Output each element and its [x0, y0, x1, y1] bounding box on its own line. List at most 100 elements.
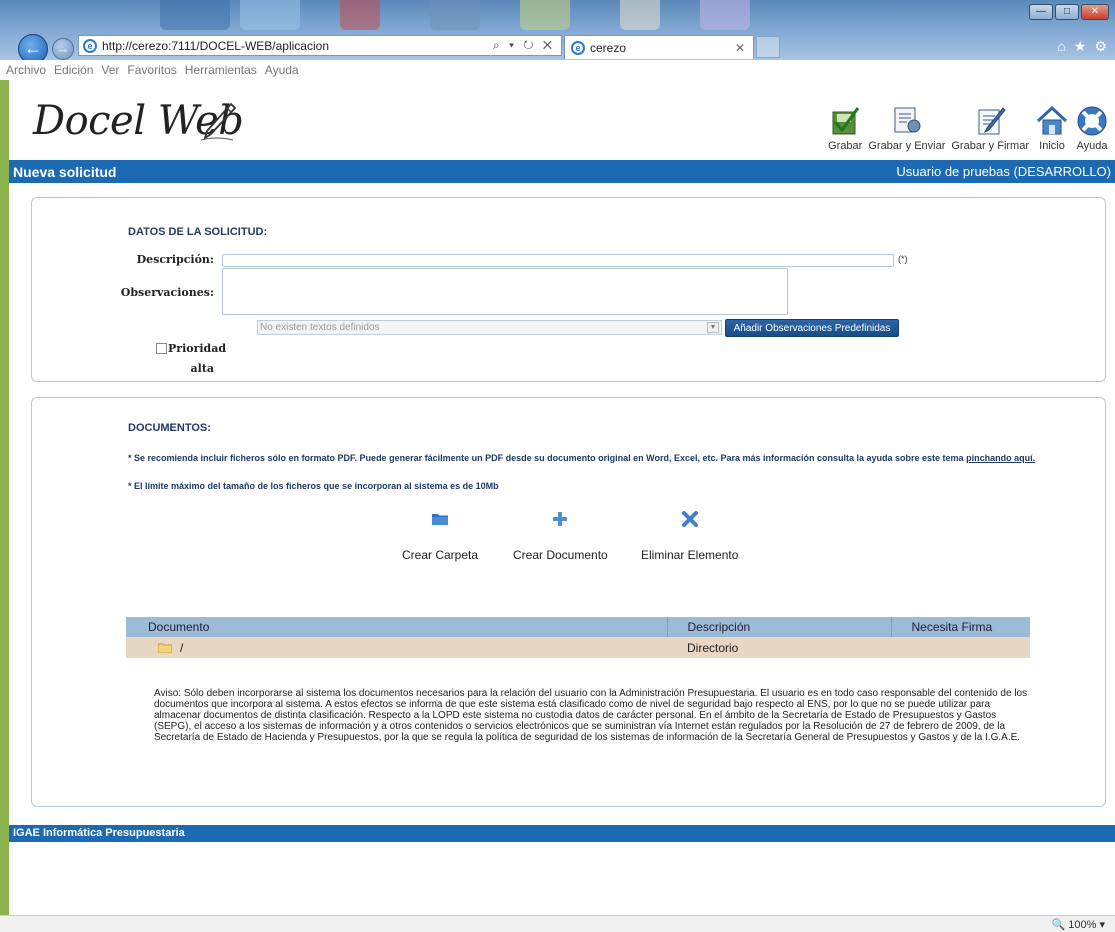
delete-x-icon [681, 511, 698, 527]
save-send-icon [894, 107, 921, 133]
main-toolbar: Grabar Grabar y Enviar Grabar y Firmar I… [828, 104, 1109, 152]
chevron-down-icon[interactable]: ▼ [707, 322, 719, 333]
documentos-section-title: DOCUMENTOS: [128, 422, 211, 434]
observaciones-label: Observaciones: [120, 286, 214, 299]
taskbar-decor [700, 0, 750, 30]
grabar-enviar-button[interactable]: Grabar y Enviar [868, 104, 945, 152]
required-mark: (*) [898, 254, 908, 264]
taskbar-decor [240, 0, 300, 30]
taskbar-decor [160, 0, 230, 30]
ie-page-icon: e [83, 38, 97, 53]
grabar-enviar-label: Grabar y Enviar [868, 140, 946, 152]
user-label: Usuario de pruebas (DESARROLLO) [896, 164, 1111, 179]
menu-herramientas[interactable]: Herramientas [181, 63, 261, 77]
legal-notice: Aviso: Sólo deben incorporarse al sistem… [154, 688, 1028, 743]
firma-cell [891, 637, 1030, 658]
address-url[interactable]: http://cerezo:7111/DOCEL-WEB/aplicacion [102, 39, 493, 53]
predefined-texts-value: No existen textos definidos [260, 322, 380, 333]
window-controls: — □ ✕ [1029, 4, 1109, 20]
taskbar-decor [620, 0, 660, 30]
zoom-level: 100% [1068, 919, 1097, 931]
col-descripcion[interactable]: Descripción [667, 617, 892, 637]
forward-button[interactable]: → [52, 38, 74, 60]
browser-right-icons: ⌂ ★ ⚙ [1057, 38, 1107, 55]
descripcion-cell: Directorio [667, 637, 891, 658]
pdf-note-text: * Se recomienda incluir ficheros sólo en… [128, 453, 967, 463]
address-bar[interactable]: e http://cerezo:7111/DOCEL-WEB/aplicacio… [78, 35, 562, 56]
prioridad-label: Prioridad [168, 342, 227, 355]
folder-icon [157, 643, 173, 654]
predefined-texts-select[interactable]: No existen textos definidos ▼ [257, 320, 722, 335]
app-page: Docel Web Grabar Grabar y Enviar Grabar … [0, 80, 1115, 915]
documento-cell[interactable]: / [126, 637, 667, 658]
taskbar-decor [520, 0, 570, 30]
home-icon [1036, 105, 1068, 135]
taskbar-decor [430, 0, 480, 30]
favorites-star-icon[interactable]: ★ [1074, 38, 1087, 55]
menu-bar: Archivo Edición Ver Favoritos Herramient… [0, 60, 1115, 80]
grabar-button[interactable]: Grabar [828, 104, 862, 152]
grabar-firmar-button[interactable]: Grabar y Firmar [951, 104, 1029, 152]
alta-label: alta [190, 362, 214, 375]
eliminar-elemento-button[interactable]: Eliminar Elemento [641, 508, 738, 562]
plus-icon [553, 512, 568, 526]
menu-favoritos[interactable]: Favoritos [123, 63, 180, 77]
prioridad-alta-checkbox[interactable] [156, 343, 167, 354]
documento-path: / [180, 640, 184, 655]
folder-icon [432, 514, 449, 525]
zoom-icon: 🔍 [1051, 919, 1066, 931]
grabar-label: Grabar [828, 140, 863, 152]
crear-documento-button[interactable]: Crear Documento [513, 508, 608, 562]
tab-title: cerezo [590, 40, 627, 55]
ayuda-label: Ayuda [1076, 140, 1108, 152]
add-predefined-observations-button[interactable]: Añadir Observaciones Predefinidas [725, 319, 899, 337]
maximize-button[interactable]: □ [1055, 4, 1079, 20]
size-limit-note: * El límite máximo del tamaño de los fic… [128, 481, 499, 491]
pen-icon [200, 102, 237, 141]
pdf-recommendation-note: * Se recomienda incluir ficheros sólo en… [128, 453, 1043, 464]
browser-window-chrome: — □ ✕ ← → e http://cerezo:7111/DOCEL-WEB… [0, 0, 1115, 64]
solicitud-section-title: DATOS DE LA SOLICITUD: [128, 226, 268, 238]
table-row[interactable]: / Directorio [126, 637, 1030, 658]
status-bar: 🔍 100% ▾ [0, 915, 1115, 932]
chevron-down-icon[interactable]: ▾ [1099, 919, 1105, 931]
menu-archivo[interactable]: Archivo [2, 63, 50, 77]
documentos-panel: DOCUMENTOS: * Se recomienda incluir fich… [31, 397, 1106, 807]
zoom-control[interactable]: 🔍 100% ▾ [1052, 918, 1106, 931]
address-tools-icons[interactable]: ⌕ ▾ ↻ ✕ [493, 38, 561, 53]
menu-ver[interactable]: Ver [97, 63, 123, 77]
inicio-label: Inicio [1039, 140, 1065, 152]
ie-tab-icon: e [571, 40, 585, 55]
col-necesita-firma[interactable]: Necesita Firma [891, 617, 1030, 637]
inicio-button[interactable]: Inicio [1035, 104, 1069, 152]
eliminar-elemento-label: Eliminar Elemento [641, 548, 739, 562]
settings-gear-icon[interactable]: ⚙ [1094, 38, 1107, 55]
menu-edicion[interactable]: Edición [50, 63, 97, 77]
browser-tab[interactable]: e cerezo ✕ [564, 35, 754, 59]
tab-close-icon[interactable]: ✕ [735, 41, 753, 55]
footer-bar: IGAE Informática Presupuestaria [9, 825, 1115, 842]
ayuda-button[interactable]: Ayuda [1075, 104, 1109, 152]
documents-table: Documento Descripción Necesita Firma / D… [126, 617, 1030, 658]
col-documento[interactable]: Documento [126, 617, 668, 637]
save-sign-icon [978, 107, 1006, 135]
crear-carpeta-label: Crear Carpeta [402, 548, 479, 562]
close-window-button[interactable]: ✕ [1081, 4, 1109, 20]
solicitud-panel: DATOS DE LA SOLICITUD: Descripción: (*) … [31, 197, 1106, 382]
crear-documento-label: Crear Documento [513, 548, 608, 562]
home-icon[interactable]: ⌂ [1057, 38, 1065, 55]
minimize-button[interactable]: — [1029, 4, 1053, 20]
lifebuoy-help-icon [1077, 106, 1107, 136]
taskbar-decor [340, 0, 380, 30]
descripcion-input[interactable] [222, 254, 894, 267]
crear-carpeta-button[interactable]: Crear Carpeta [402, 508, 478, 562]
save-check-icon [832, 107, 860, 135]
descripcion-label: Descripción: [136, 253, 214, 266]
new-tab-button[interactable] [756, 36, 780, 58]
page-title: Nueva solicitud [13, 163, 117, 180]
observaciones-textarea[interactable] [222, 268, 788, 315]
grabar-firmar-label: Grabar y Firmar [951, 140, 1029, 152]
table-header-row: Documento Descripción Necesita Firma [126, 617, 1030, 637]
menu-ayuda[interactable]: Ayuda [261, 63, 303, 77]
help-link[interactable]: pinchando aquí. [966, 453, 1035, 463]
